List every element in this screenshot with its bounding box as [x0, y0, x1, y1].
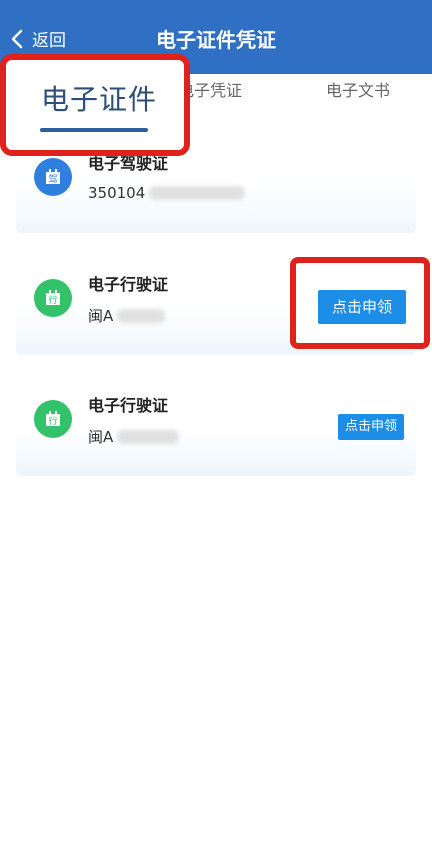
tab-electronic-id[interactable]: 电子证件 — [41, 78, 157, 118]
card-plate-prefix: 闽A — [88, 307, 114, 325]
page-title: 电子证件凭证 — [156, 28, 276, 52]
card-id-prefix: 350104 — [88, 184, 146, 202]
card-plate-prefix: 闽A — [88, 428, 114, 446]
vehicle-license-icon: 行 — [34, 400, 72, 438]
redacted-text — [117, 429, 180, 444]
card-title: 电子行驶证 — [88, 396, 169, 415]
card-id-number: 350104 — [88, 184, 246, 202]
drivers-license-icon: 驾 — [34, 158, 72, 196]
card-title: 电子行驶证 — [88, 275, 169, 294]
claim-button[interactable]: 点击申领 — [338, 414, 404, 440]
vehicle-license-icon: 行 — [34, 279, 72, 317]
tab-active-indicator — [40, 128, 148, 132]
claim-button[interactable]: 点击申领 — [318, 290, 406, 324]
icon-glyph: 行 — [48, 415, 57, 427]
tab-label: 电子文书 — [326, 81, 391, 100]
redacted-text — [117, 308, 166, 323]
card-plate-number: 闽A — [88, 426, 180, 447]
highlight-box-claim-button: 点击申领 — [290, 257, 430, 349]
redacted-text — [149, 186, 246, 200]
card-plate-number: 闽A — [88, 305, 166, 326]
icon-glyph: 驾 — [48, 174, 57, 185]
icon-glyph: 行 — [48, 294, 57, 306]
highlight-box-selected-tab: 电子证件 — [0, 54, 190, 156]
license-card-vehicle[interactable]: 行 电子行驶证 闽A 点击申领 — [16, 354, 416, 476]
